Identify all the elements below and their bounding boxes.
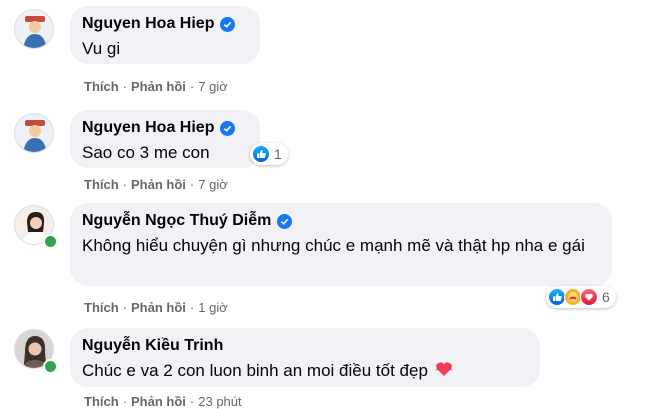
comment-actions: Thích · Phản hồi · 7 giờ bbox=[84, 79, 228, 94]
separator: · bbox=[189, 177, 195, 192]
separator: · bbox=[189, 79, 195, 94]
comment-text-body: Chúc e va 2 con luon binh an moi điều tố… bbox=[82, 361, 428, 380]
avatar[interactable] bbox=[14, 9, 54, 49]
avatar-illustration bbox=[15, 114, 53, 152]
reaction-count: 6 bbox=[602, 289, 610, 305]
like-reaction-icon bbox=[252, 145, 270, 163]
love-reaction-icon bbox=[580, 288, 598, 306]
reply-button[interactable]: Phản hồi bbox=[131, 300, 186, 315]
comment-author[interactable]: Nguyễn Ngọc Thuý Diễm bbox=[82, 211, 271, 231]
separator: · bbox=[122, 177, 128, 192]
comment-actions: Thích · Phản hồi · 1 giờ bbox=[84, 300, 228, 315]
verified-badge-icon bbox=[220, 120, 236, 136]
comment-bubble: Nguyen Hoa Hiep Sao co 3 me con bbox=[70, 110, 260, 168]
online-status-indicator bbox=[43, 234, 58, 249]
heart-emoji-icon bbox=[435, 360, 453, 384]
separator: · bbox=[189, 300, 195, 315]
reaction-summary[interactable]: 6 bbox=[546, 286, 616, 308]
separator: · bbox=[122, 79, 128, 94]
comment-author[interactable]: Nguyễn Kiều Trinh bbox=[82, 336, 223, 356]
comment-actions: Thích · Phản hồi · 23 phút bbox=[84, 394, 242, 409]
avatar[interactable] bbox=[14, 113, 54, 153]
online-status-indicator bbox=[43, 359, 58, 374]
reply-button[interactable]: Phản hồi bbox=[131, 394, 186, 409]
reaction-count: 1 bbox=[274, 146, 282, 162]
avatar-illustration bbox=[15, 10, 53, 48]
like-button[interactable]: Thích bbox=[84, 79, 119, 94]
comment-timestamp[interactable]: 7 giờ bbox=[198, 177, 228, 192]
comment-author[interactable]: Nguyen Hoa Hiep bbox=[82, 14, 214, 34]
reply-button[interactable]: Phản hồi bbox=[131, 177, 186, 192]
comment-timestamp[interactable]: 1 giờ bbox=[198, 300, 228, 315]
comment-text: Không hiểu chuyện gì nhưng chúc e mạnh m… bbox=[82, 236, 585, 255]
comment-author[interactable]: Nguyen Hoa Hiep bbox=[82, 118, 214, 138]
comment-text: Vu gi bbox=[82, 39, 121, 58]
like-button[interactable]: Thích bbox=[84, 300, 119, 315]
separator: · bbox=[189, 394, 195, 409]
separator: · bbox=[122, 394, 128, 409]
comment-bubble: Nguyen Hoa Hiep Vu gi bbox=[70, 6, 260, 64]
separator: · bbox=[122, 300, 128, 315]
reply-button[interactable]: Phản hồi bbox=[131, 79, 186, 94]
reaction-summary[interactable]: 1 bbox=[250, 143, 288, 165]
comment-text: Sao co 3 me con bbox=[82, 143, 210, 162]
verified-badge-icon bbox=[277, 213, 293, 229]
like-button[interactable]: Thích bbox=[84, 394, 119, 409]
comment-actions: Thích · Phản hồi · 7 giờ bbox=[84, 177, 228, 192]
comment-bubble: Nguyễn Ngọc Thuý Diễm Không hiểu chuyện … bbox=[70, 203, 612, 286]
comment-timestamp[interactable]: 7 giờ bbox=[198, 79, 228, 94]
comment-timestamp[interactable]: 23 phút bbox=[198, 394, 241, 409]
like-button[interactable]: Thích bbox=[84, 177, 119, 192]
comment-bubble: Nguyễn Kiều Trinh Chúc e va 2 con luon b… bbox=[70, 328, 540, 387]
comment-text: Chúc e va 2 con luon binh an moi điều tố… bbox=[82, 359, 528, 384]
verified-badge-icon bbox=[220, 16, 236, 32]
